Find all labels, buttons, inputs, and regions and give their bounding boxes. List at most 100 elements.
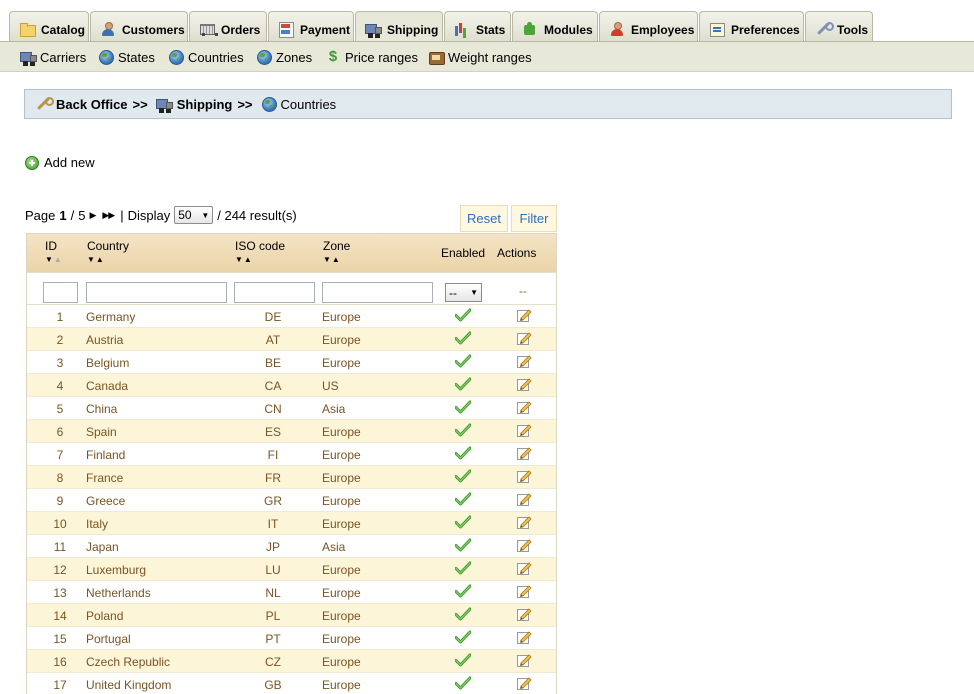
- sort-arrows-icon[interactable]: ▼▲: [45, 255, 63, 264]
- edit-pencil-icon[interactable]: [516, 560, 532, 576]
- tab-customers[interactable]: Customers: [90, 11, 188, 42]
- wrench-icon: [35, 96, 54, 112]
- cell-country: France: [86, 471, 124, 485]
- enabled-check-icon[interactable]: [455, 653, 473, 669]
- table-row[interactable]: 13 Netherlands NL Europe: [27, 581, 556, 604]
- cell-iso: BE: [264, 356, 281, 370]
- add-new-link[interactable]: Add new: [25, 155, 95, 170]
- tab-employees[interactable]: Employees: [599, 11, 698, 42]
- globe-icon: [98, 49, 114, 65]
- breadcrumb-current: Countries: [280, 96, 337, 112]
- cell-zone: Asia: [322, 540, 346, 554]
- subtab-countries[interactable]: Countries: [168, 49, 244, 65]
- tab-stats[interactable]: Stats: [444, 11, 511, 42]
- edit-pencil-icon[interactable]: [516, 629, 532, 645]
- current-page: 1: [59, 207, 67, 223]
- tab-preferences[interactable]: Preferences: [699, 11, 804, 42]
- edit-pencil-icon[interactable]: [516, 675, 532, 691]
- enabled-check-icon[interactable]: [455, 469, 473, 485]
- table-row[interactable]: 15 Portugal PT Europe: [27, 627, 556, 650]
- next-page-icon[interactable]: ▶: [89, 210, 96, 221]
- tab-orders[interactable]: Orders: [189, 11, 267, 42]
- edit-pencil-icon[interactable]: [516, 307, 532, 323]
- filter-button[interactable]: Filter: [511, 205, 557, 232]
- edit-pencil-icon[interactable]: [516, 422, 532, 438]
- cell-id: 2: [56, 333, 64, 347]
- tab-shipping[interactable]: Shipping: [355, 11, 443, 42]
- enabled-check-icon[interactable]: [455, 676, 473, 692]
- edit-pencil-icon[interactable]: [516, 468, 532, 484]
- edit-pencil-icon[interactable]: [516, 652, 532, 668]
- enabled-check-icon[interactable]: [455, 630, 473, 646]
- subtab-states[interactable]: States: [98, 49, 155, 65]
- tab-payment[interactable]: Payment: [268, 11, 354, 42]
- enabled-check-icon[interactable]: [455, 538, 473, 554]
- edit-pencil-icon[interactable]: [516, 537, 532, 553]
- enabled-check-icon[interactable]: [455, 446, 473, 462]
- subtab-weight-ranges[interactable]: Weight ranges: [428, 49, 532, 65]
- table-row[interactable]: 10 Italy IT Europe: [27, 512, 556, 535]
- enabled-check-icon[interactable]: [455, 561, 473, 577]
- table-row[interactable]: 11 Japan JP Asia: [27, 535, 556, 558]
- cell-iso: FR: [265, 471, 281, 485]
- table-row[interactable]: 5 China CN Asia: [27, 397, 556, 420]
- table-row[interactable]: 8 France FR Europe: [27, 466, 556, 489]
- table-row[interactable]: 12 Luxemburg LU Europe: [27, 558, 556, 581]
- tab-tools[interactable]: Tools: [805, 11, 873, 42]
- payment-icon: [278, 21, 294, 38]
- subtab-price-ranges[interactable]: $ Price ranges: [327, 49, 418, 65]
- enabled-check-icon[interactable]: [455, 354, 473, 370]
- breadcrumb-back-office[interactable]: Back Office: [56, 97, 128, 112]
- sort-arrows-icon[interactable]: ▼▲: [87, 255, 129, 264]
- table-row[interactable]: 6 Spain ES Europe: [27, 420, 556, 443]
- enabled-check-icon[interactable]: [455, 423, 473, 439]
- filter-iso-input[interactable]: [234, 282, 315, 303]
- edit-pencil-icon[interactable]: [516, 491, 532, 507]
- stats-icon: [454, 21, 470, 37]
- cell-iso: CZ: [265, 655, 281, 669]
- enabled-check-icon[interactable]: [455, 308, 473, 324]
- table-row[interactable]: 14 Poland PL Europe: [27, 604, 556, 627]
- table-row[interactable]: 17 United Kingdom GB Europe: [27, 673, 556, 694]
- tab-modules[interactable]: Modules: [512, 11, 598, 42]
- enabled-check-icon[interactable]: [455, 492, 473, 508]
- table-row[interactable]: 9 Greece GR Europe: [27, 489, 556, 512]
- table-row[interactable]: 4 Canada CA US: [27, 374, 556, 397]
- sort-arrows-icon[interactable]: ▼▲: [323, 255, 350, 264]
- enabled-check-icon[interactable]: [455, 400, 473, 416]
- enabled-check-icon[interactable]: [455, 377, 473, 393]
- table-row[interactable]: 16 Czech Republic CZ Europe: [27, 650, 556, 673]
- globe-icon: [168, 49, 184, 65]
- last-page-icon[interactable]: ▶▶: [102, 210, 115, 221]
- table-row[interactable]: 2 Austria AT Europe: [27, 328, 556, 351]
- sort-arrows-icon[interactable]: ▼▲: [235, 255, 285, 264]
- breadcrumb-shipping[interactable]: Shipping: [177, 97, 233, 112]
- cell-country: Netherlands: [86, 586, 151, 600]
- filter-enabled-select[interactable]: -- ▼: [445, 283, 482, 302]
- tab-catalog[interactable]: Catalog: [9, 11, 89, 42]
- subtab-carriers[interactable]: Carriers: [20, 49, 86, 65]
- table-row[interactable]: 1 Germany DE Europe: [27, 305, 556, 328]
- edit-pencil-icon[interactable]: [516, 399, 532, 415]
- per-page-select[interactable]: 50 ▼: [174, 206, 214, 224]
- edit-pencil-icon[interactable]: [516, 583, 532, 599]
- edit-pencil-icon[interactable]: [516, 445, 532, 461]
- edit-pencil-icon[interactable]: [516, 353, 532, 369]
- table-row[interactable]: 7 Finland FI Europe: [27, 443, 556, 466]
- edit-pencil-icon[interactable]: [516, 514, 532, 530]
- enabled-check-icon[interactable]: [455, 607, 473, 623]
- filter-zone-input[interactable]: [322, 282, 433, 303]
- enabled-check-icon[interactable]: [455, 515, 473, 531]
- subtab-zones[interactable]: Zones: [256, 49, 312, 65]
- enabled-check-icon[interactable]: [455, 331, 473, 347]
- edit-pencil-icon[interactable]: [516, 330, 532, 346]
- chevron-down-icon: ▼: [201, 210, 210, 220]
- filter-id-input[interactable]: [43, 282, 78, 303]
- breadcrumb: Back Office >> Shipping >> Countries: [24, 89, 952, 119]
- edit-pencil-icon[interactable]: [516, 606, 532, 622]
- reset-button[interactable]: Reset: [460, 205, 508, 232]
- table-row[interactable]: 3 Belgium BE Europe: [27, 351, 556, 374]
- edit-pencil-icon[interactable]: [516, 376, 532, 392]
- filter-country-input[interactable]: [86, 282, 227, 303]
- enabled-check-icon[interactable]: [455, 584, 473, 600]
